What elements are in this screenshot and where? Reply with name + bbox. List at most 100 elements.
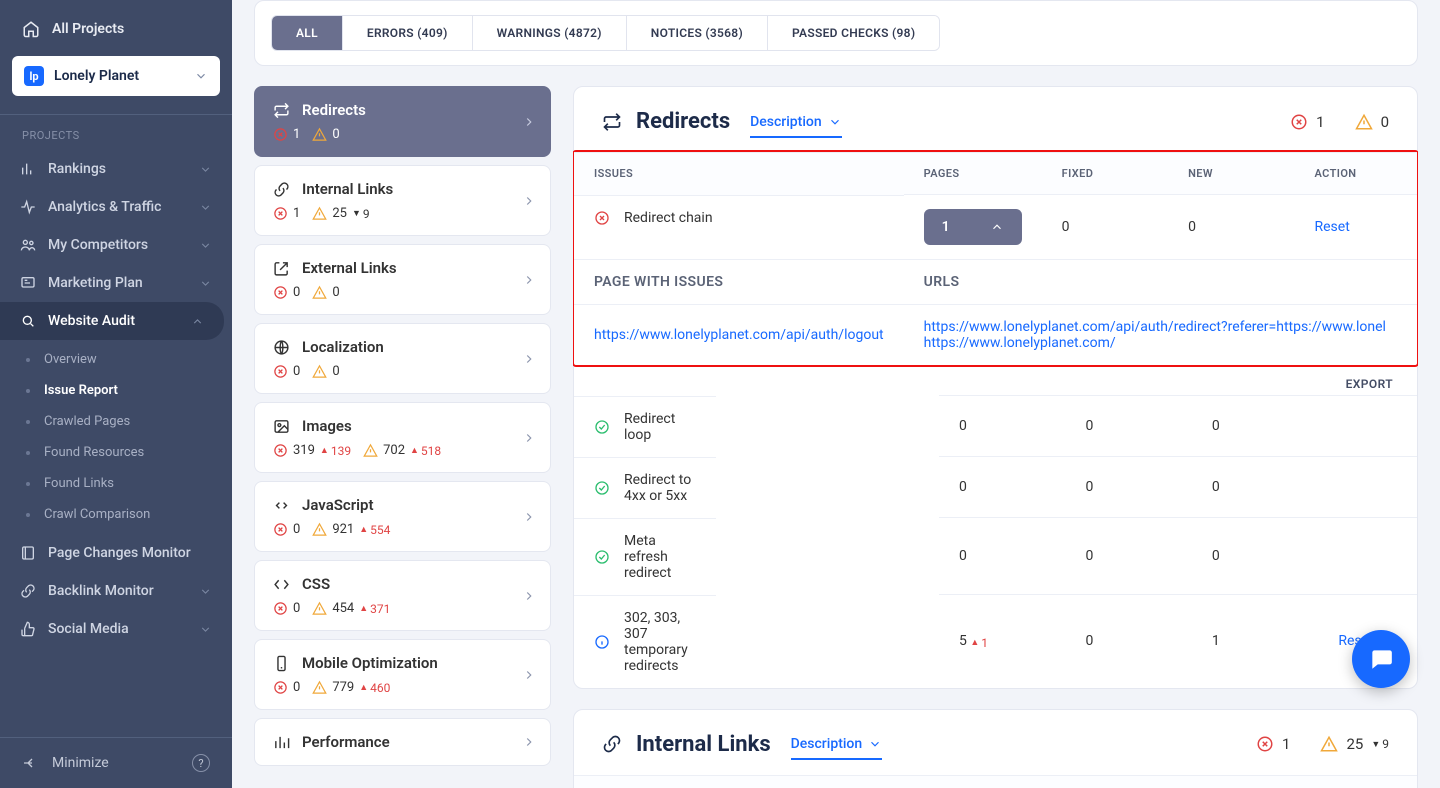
sub-header-row: PAGE WITH ISSUES URLS (574, 260, 1417, 305)
category-card[interactable]: Mobile Optimization 0779 ▲460 (254, 639, 551, 710)
nav-website-audit[interactable]: Website Audit (0, 302, 224, 340)
new-value: 0 (1192, 518, 1318, 595)
error-icon (273, 680, 288, 695)
error-stat: 0 (273, 364, 300, 379)
category-name: External Links (302, 259, 397, 277)
subnav-found-resources[interactable]: Found Resources (0, 437, 232, 468)
export-button[interactable]: EXPORT (574, 365, 1417, 395)
nav-competitors[interactable]: My Competitors (0, 226, 232, 264)
redirect-url-link[interactable]: https://www.lonelyplanet.com/api/auth/re… (924, 319, 1386, 335)
fixed-value: 0 (1065, 518, 1191, 595)
stat-value: 1 (1282, 735, 1290, 753)
col-new: NEW (1168, 153, 1294, 195)
warning-icon (312, 364, 327, 379)
project-name: Lonely Planet (54, 68, 139, 84)
description-dropdown[interactable]: Description (791, 736, 883, 760)
category-card[interactable]: CSS 0454 ▲371 (254, 560, 551, 631)
tab-notices[interactable]: NOTICES (3568) (627, 16, 768, 50)
category-card[interactable]: External Links 00 (254, 244, 551, 315)
fixed-value: 0 (1065, 457, 1191, 518)
nav-social[interactable]: Social Media (0, 610, 232, 648)
section-internal-links: Internal Links Description 1 25 (573, 709, 1418, 788)
people-icon (20, 237, 36, 253)
nav-analytics[interactable]: Analytics & Traffic (0, 188, 232, 226)
chevron-right-icon (522, 115, 536, 129)
chevron-right-icon (522, 352, 536, 366)
fixed-value: 0 (1065, 396, 1191, 457)
minimize-button[interactable]: Minimize ? (0, 738, 232, 788)
chevron-down-icon (199, 585, 212, 598)
nav-label: Rankings (48, 161, 106, 177)
tab-errors[interactable]: ERRORS (409) (343, 16, 473, 50)
nav-label: Page Changes Monitor (48, 545, 191, 561)
warning-icon (1320, 735, 1338, 753)
nav-page-changes[interactable]: Page Changes Monitor (0, 534, 232, 572)
help-icon[interactable]: ? (192, 754, 210, 772)
all-projects-link[interactable]: All Projects (12, 12, 220, 46)
redirect-icon (273, 102, 290, 119)
tab-warnings[interactable]: WARNINGS (4872) (473, 16, 627, 50)
subnav-crawled-pages[interactable]: Crawled Pages (0, 406, 232, 437)
subnav-overview[interactable]: Overview (0, 344, 232, 375)
chat-icon (1368, 646, 1394, 672)
error-stat: 0 (273, 601, 300, 616)
nav-marketing[interactable]: Marketing Plan (0, 264, 232, 302)
chevron-down-icon (868, 737, 882, 751)
page-url-link[interactable]: https://www.lonelyplanet.com/api/auth/lo… (594, 327, 884, 343)
tab-passed[interactable]: PASSED CHECKS (98) (768, 16, 939, 50)
delta: ▲518 (410, 444, 441, 458)
col-pages: PAGES (903, 775, 1029, 788)
category-list[interactable]: Redirects 10 Internal Links 125 ▼9 Exter… (254, 86, 551, 788)
description-dropdown[interactable]: Description (750, 114, 842, 138)
subnav-issue-report[interactable]: Issue Report (0, 375, 232, 406)
subnav-crawl-comparison[interactable]: Crawl Comparison (0, 499, 232, 530)
redirect-icon (602, 112, 622, 132)
new-value: 0 (1168, 195, 1294, 260)
category-card[interactable]: Redirects 10 (254, 86, 551, 157)
nav-backlink[interactable]: Backlink Monitor (0, 572, 232, 610)
category-card[interactable]: Images 319 ▲139702 ▲518 (254, 402, 551, 473)
nav-rankings[interactable]: Rankings (0, 150, 232, 188)
nav-label: Backlink Monitor (48, 583, 154, 599)
category-card[interactable]: Internal Links 125 ▼9 (254, 165, 551, 236)
header-warnings-stat: 25 ▼9 (1320, 735, 1389, 753)
category-card[interactable]: Localization 00 (254, 323, 551, 394)
redirect-url-link[interactable]: https://www.lonelyplanet.com/ (924, 335, 1116, 351)
header-errors-stat: 1 (1256, 735, 1290, 753)
chevron-down-icon (199, 163, 212, 176)
pulse-icon (20, 199, 36, 215)
warning-stat: 0 (312, 127, 339, 142)
mobile-icon (273, 655, 290, 672)
category-card[interactable]: JavaScript 0921 ▲554 (254, 481, 551, 552)
chevron-up-icon (990, 220, 1004, 234)
issues-table-lower: Redirect loop 0 0 0 Redirect to 4xx or 5… (574, 395, 1417, 688)
pages-expand-button[interactable]: 1 (924, 209, 1022, 245)
project-selector[interactable]: lp Lonely Planet (12, 56, 220, 96)
issue-name: Redirect loop (624, 411, 696, 443)
chevron-down-icon (199, 239, 212, 252)
error-icon (273, 127, 288, 142)
pages-value: 0 (939, 518, 1065, 595)
category-name: Mobile Optimization (302, 654, 438, 672)
header-warnings-stat: 0 (1355, 113, 1389, 131)
chat-widget[interactable] (1352, 630, 1410, 688)
issue-name: 302, 303, 307 temporary redirects (624, 610, 696, 674)
subnav-label: Issue Report (44, 383, 118, 398)
link-icon (20, 583, 36, 599)
new-value: 1 (1192, 595, 1318, 688)
reset-link[interactable]: Reset (1315, 219, 1350, 235)
nav-label: Analytics & Traffic (48, 199, 161, 215)
stat-value: 25 (1346, 735, 1363, 753)
chevron-down-icon (828, 115, 842, 129)
chevron-right-icon (522, 431, 536, 445)
new-value: 0 (1192, 396, 1318, 457)
category-card[interactable]: Performance (254, 718, 551, 766)
filter-bar: ALL ERRORS (409) WARNINGS (4872) NOTICES… (254, 0, 1418, 66)
tab-all[interactable]: ALL (272, 16, 343, 50)
error-icon (1256, 735, 1274, 753)
warning-icon (312, 285, 327, 300)
error-stat: 0 (273, 285, 300, 300)
subnav-found-links[interactable]: Found Links (0, 468, 232, 499)
subnav-label: Overview (44, 352, 97, 367)
subnav-label: Found Links (44, 476, 114, 491)
